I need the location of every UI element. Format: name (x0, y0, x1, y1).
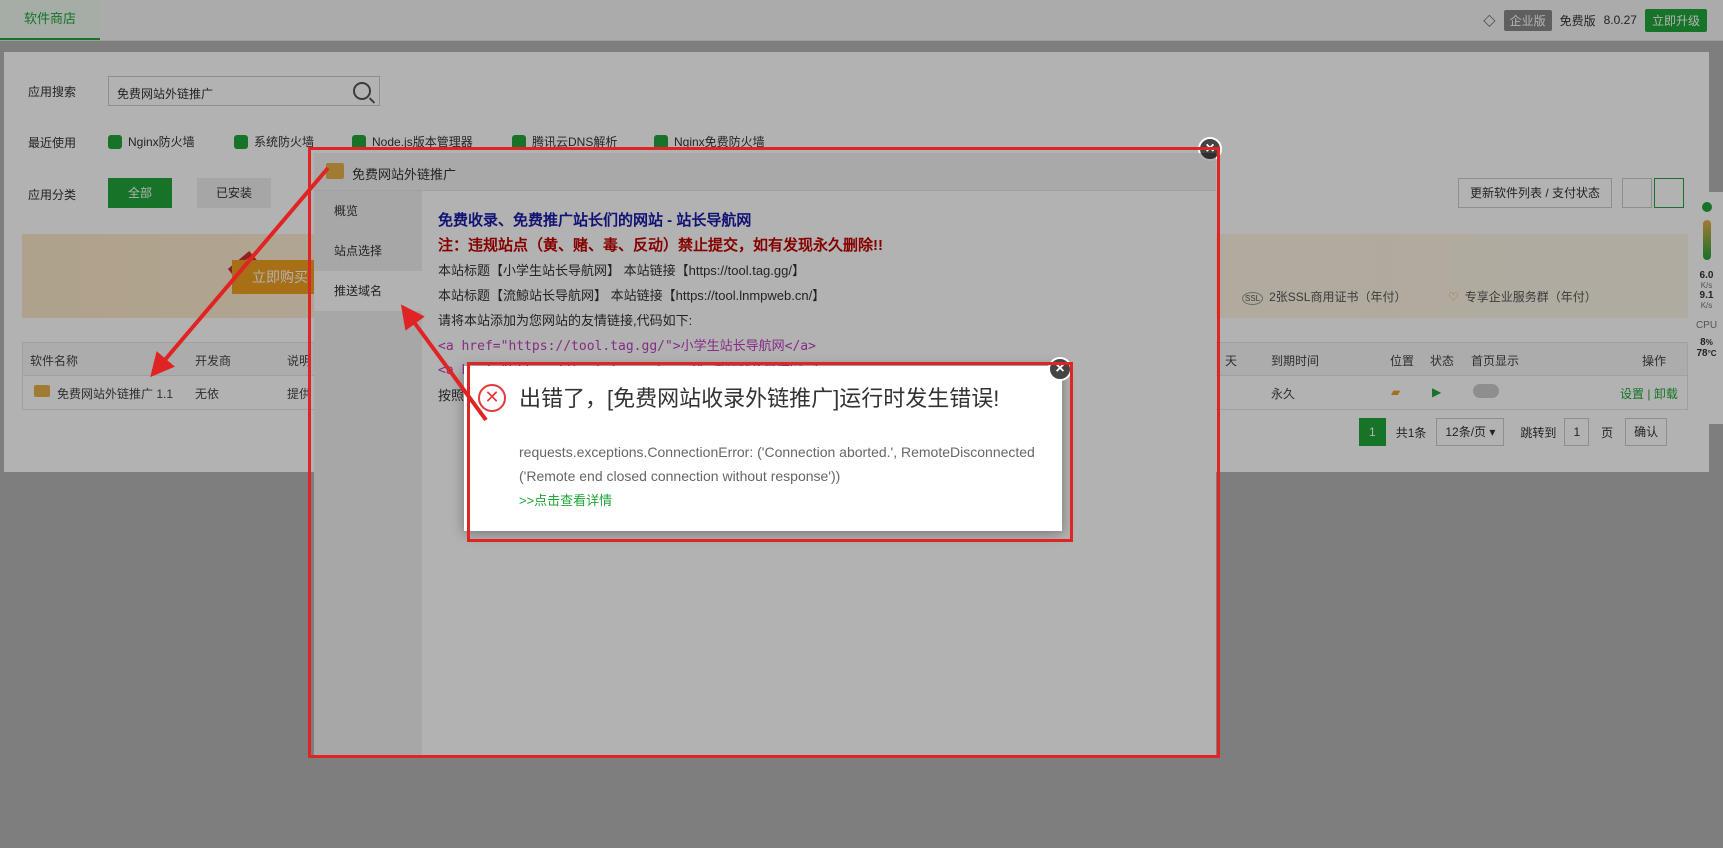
error-x-icon: ✕ (478, 384, 506, 412)
error-close-icon[interactable]: × (1048, 357, 1072, 381)
error-details-link[interactable]: >>点击查看详情 (519, 490, 612, 509)
error-message: requests.exceptions.ConnectionError: ('C… (519, 444, 1035, 484)
error-title: 出错了，[免费网站收录外链推广]运行时发生错误! (519, 386, 1000, 411)
error-dialog: ✕ 出错了，[免费网站收录外链推广]运行时发生错误! requests.exce… (464, 366, 1062, 531)
